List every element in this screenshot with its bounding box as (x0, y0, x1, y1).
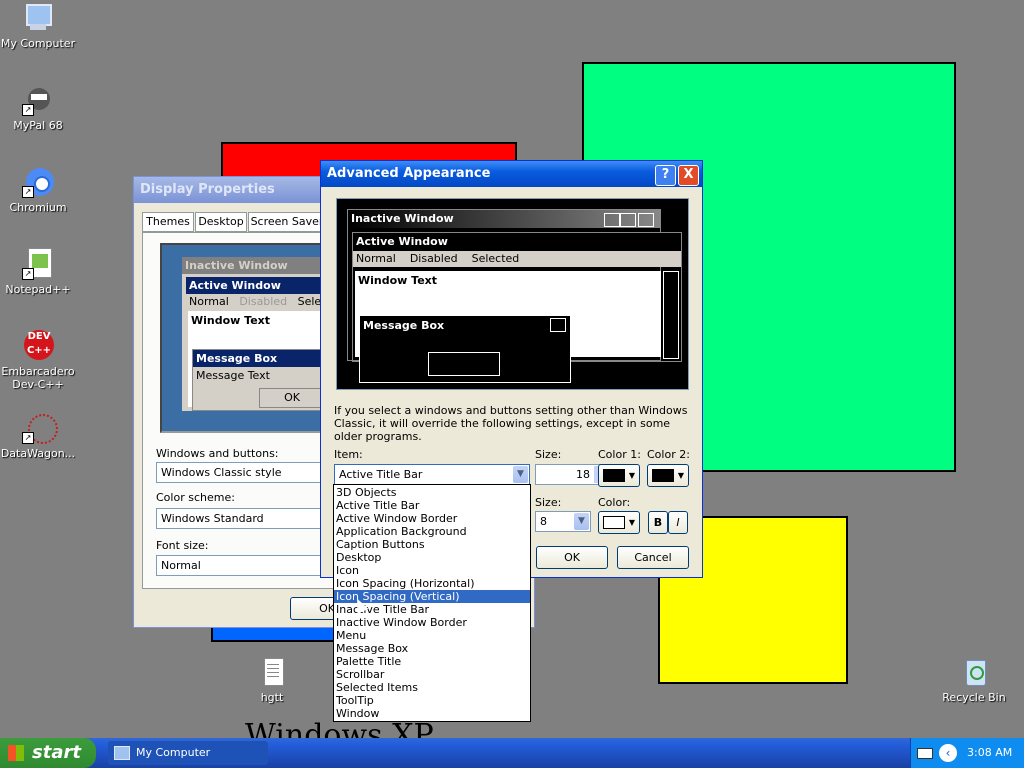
windows-buttons-select[interactable]: Windows Classic style (156, 462, 322, 483)
advanced-appearance-titlebar[interactable]: Advanced Appearance ? X (321, 161, 702, 187)
recycle-bin-icon (958, 656, 990, 688)
taskbar: start My Computer ‹ 3:08 AM (0, 738, 1024, 768)
desktop-icon-mypal[interactable]: ↗ MyPal 68 (0, 84, 78, 132)
color1-picker[interactable]: ▼ (598, 464, 640, 487)
adv-preview-menu: Normal Disabled Selected (353, 251, 681, 267)
display-properties-title: Display Properties (140, 182, 275, 197)
back-arrow-icon[interactable]: ‹ (939, 744, 957, 762)
dropdown-item[interactable]: Menu (334, 629, 530, 642)
close-icon: X (683, 167, 694, 182)
clock[interactable]: 3:08 AM (967, 738, 1012, 768)
windows-buttons-label: Windows and buttons: (156, 447, 279, 460)
adv-preview-active-window: Active Window Normal Disabled Selected W… (352, 232, 682, 383)
dropdown-item[interactable]: Desktop (334, 551, 530, 564)
ok-button[interactable]: OK (536, 546, 608, 569)
adv-preview-caption-btn (604, 213, 620, 227)
desktop-icon-devcpp[interactable]: DEV C++ Embarcadero Dev-C++ (0, 330, 78, 391)
dropdown-item[interactable]: Application Background (334, 525, 530, 538)
dropdown-item[interactable]: Window (334, 707, 530, 720)
size-label: Size: (535, 448, 562, 461)
chromium-icon: ↗ (22, 166, 54, 198)
item-select[interactable]: Active Title Bar ▼ (334, 464, 530, 485)
desktop-icon-hgtt[interactable]: hgtt (232, 656, 312, 704)
system-tray: ‹ 3:08 AM (910, 738, 1024, 768)
bold-button[interactable]: B (648, 511, 668, 534)
help-button[interactable]: ? (655, 165, 676, 186)
dropdown-item[interactable]: ToolTip (334, 694, 530, 707)
adv-preview-caption-btn (638, 213, 654, 227)
dropdown-item[interactable]: Palette Title (334, 655, 530, 668)
taskbar-item-my-computer[interactable]: My Computer (108, 741, 268, 765)
dropdown-item[interactable]: 3D Objects (334, 486, 530, 499)
dropdown-item[interactable]: Icon Spacing (Horizontal) (334, 577, 530, 590)
desktop-icon-recycle-bin[interactable]: Recycle Bin (934, 656, 1014, 704)
cancel-button[interactable]: Cancel (617, 546, 689, 569)
color2-swatch (652, 469, 674, 482)
adv-preview-caption-btn (620, 213, 636, 227)
notepad-icon: ↗ (22, 248, 54, 280)
color1-swatch (603, 469, 625, 482)
computer-icon (22, 2, 54, 34)
item-label: Item: (334, 448, 363, 461)
advanced-preview: Inactive Window Active Window Normal Dis… (336, 198, 689, 390)
dropdown-item[interactable]: Active Window Border (334, 512, 530, 525)
adv-preview-message-box: Message Box (359, 315, 571, 383)
color-scheme-select[interactable]: Windows Standard (156, 508, 322, 529)
font-size-label: Font size: (156, 539, 209, 552)
tab-themes[interactable]: Themes (142, 212, 194, 232)
datawagon-icon: ↗ (22, 412, 58, 444)
color2-picker[interactable]: ▼ (647, 464, 689, 487)
start-button[interactable]: start (0, 738, 96, 768)
color1-label: Color 1: (598, 448, 641, 461)
help-icon: ? (661, 167, 670, 182)
chevron-down-icon[interactable]: ▼ (574, 513, 589, 530)
devcpp-icon: DEV C++ (22, 330, 54, 362)
font-size-select[interactable]: Normal (156, 555, 322, 576)
dropdown-item[interactable]: Message Box (334, 642, 530, 655)
chevron-down-icon: ▼ (628, 518, 635, 527)
font-size-select[interactable]: 8 ▼ (535, 511, 591, 532)
dropdown-item[interactable]: Active Title Bar (334, 499, 530, 512)
chevron-down-icon: ▼ (677, 471, 684, 480)
adv-preview-inactive-window: Inactive Window Active Window Normal Dis… (347, 209, 682, 383)
info-text: If you select a windows and buttons sett… (334, 404, 688, 443)
windows-logo-icon (8, 745, 24, 761)
desktop-icon-my-computer[interactable]: My Computer (0, 2, 78, 50)
computer-icon (114, 746, 130, 760)
keyboard-icon[interactable] (917, 748, 933, 759)
chevron-down-icon: ▼ (628, 471, 635, 480)
close-button[interactable]: X (678, 165, 699, 186)
font-color-label: Color: (598, 496, 631, 509)
desktop-icon-chromium[interactable]: ↗ Chromium (0, 166, 78, 214)
font-color-swatch (603, 516, 625, 529)
font-color-picker[interactable]: ▼ (598, 511, 640, 534)
raccoon-icon: ↗ (22, 84, 54, 116)
color2-label: Color 2: (647, 448, 690, 461)
font-size-label: Size: (535, 496, 562, 509)
dropdown-item[interactable]: Caption Buttons (334, 538, 530, 551)
adv-preview-window-text: Window Text (358, 274, 438, 287)
tab-screen-saver[interactable]: Screen Saver (248, 212, 326, 232)
adv-preview-active-title: Active Window (353, 233, 681, 251)
advanced-appearance-title: Advanced Appearance (327, 166, 491, 181)
italic-button[interactable]: I (668, 511, 688, 534)
tab-desktop[interactable]: Desktop (195, 212, 247, 232)
preview-ok-button: OK (259, 388, 325, 408)
desktop-icon-datawagon[interactable]: ↗ DataWagon... (0, 412, 78, 460)
dropdown-item[interactable]: Scrollbar (334, 668, 530, 681)
color-scheme-label: Color scheme: (156, 491, 235, 504)
dropdown-item[interactable]: Inactive Window Border (334, 616, 530, 629)
chevron-down-icon[interactable]: ▼ (513, 466, 528, 483)
adv-preview-scrollbar (663, 271, 679, 359)
dropdown-item[interactable]: Icon (334, 564, 530, 577)
dropdown-item[interactable]: Selected Items (334, 681, 530, 694)
desktop-icon-notepadpp[interactable]: ↗ Notepad++ (0, 248, 78, 296)
text-file-icon (256, 656, 288, 688)
